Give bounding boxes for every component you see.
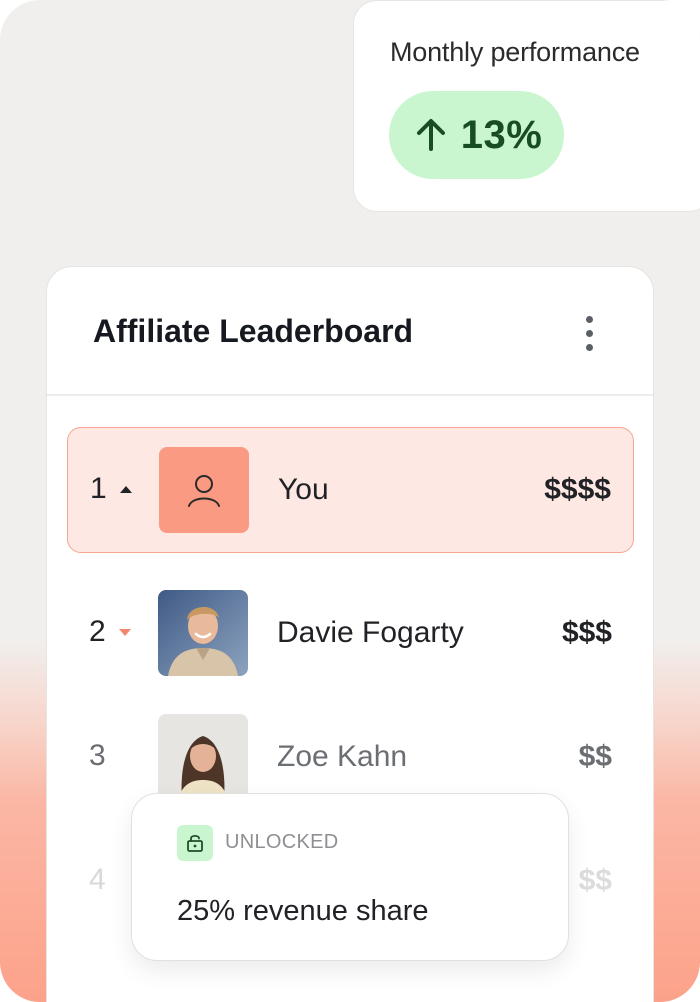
rank-number: 2 — [89, 615, 106, 648]
leaderboard-row-you[interactable]: 1 You $$$$ — [67, 427, 634, 553]
revenue-share-text: 25% revenue share — [177, 895, 429, 927]
monthly-performance-card: Monthly performance 13% — [353, 0, 700, 212]
performance-value: 13% — [460, 112, 543, 157]
rank-number: 1 — [90, 472, 107, 505]
more-vertical-icon[interactable] — [577, 313, 601, 353]
arrow-up-icon — [416, 119, 445, 151]
rank-number: 4 — [89, 863, 106, 896]
unlocked-reward-card: UNLOCKED 25% revenue share — [131, 793, 569, 961]
performance-title: Monthly performance — [390, 37, 640, 67]
user-icon — [159, 447, 249, 533]
row-name: You — [278, 473, 329, 506]
caret-down-icon — [119, 629, 131, 636]
row-name: Davie Fogarty — [277, 616, 464, 649]
stage: Monthly performance 13% Affiliate Leader… — [0, 0, 700, 1002]
unlocked-label: UNLOCKED — [225, 831, 339, 853]
row-amount: $$$ — [561, 616, 612, 649]
row-amount: $$ — [578, 864, 612, 897]
avatar — [158, 714, 248, 800]
performance-badge: 13% — [389, 91, 564, 179]
caret-up-icon — [120, 486, 132, 493]
avatar — [158, 590, 248, 676]
header-divider — [47, 394, 653, 396]
unlock-icon — [177, 825, 213, 861]
row-amount: $$ — [578, 740, 612, 773]
leaderboard-title: Affiliate Leaderboard — [93, 313, 414, 349]
row-amount: $$$$ — [544, 473, 611, 506]
leaderboard-row[interactable]: 2 Davie Fogarty $$$ — [67, 571, 634, 697]
rank-number: 3 — [89, 739, 106, 772]
row-name: Zoe Kahn — [277, 740, 408, 773]
